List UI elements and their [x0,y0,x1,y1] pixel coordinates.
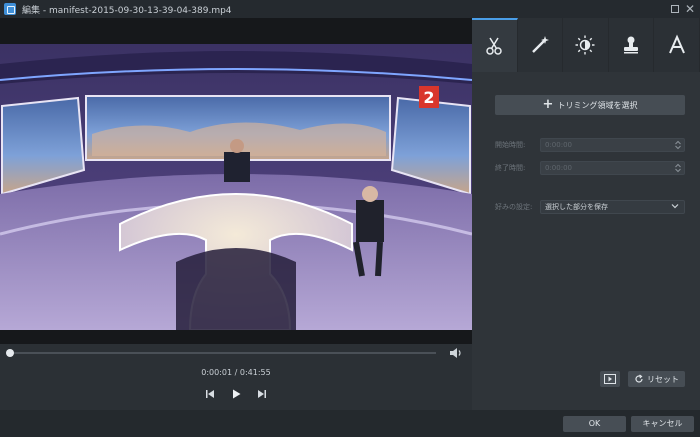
select-trim-region-button[interactable]: + トリミング領域を選択 [495,95,685,115]
select-trim-region-label: トリミング領域を選択 [557,100,638,110]
reset-controls: リセット [600,371,685,387]
video-preview-pane: 2 [0,18,472,344]
next-frame-icon[interactable] [256,388,268,400]
tab-watermark[interactable] [609,18,655,72]
video-still: 2 [0,44,472,330]
dialog-footer: OK キャンセル [0,410,700,437]
end-time-field[interactable]: 0:00:00 [540,161,685,175]
video-frame[interactable]: 2 [0,44,472,330]
timeline[interactable] [0,344,472,362]
edit-tabs [472,18,700,72]
plus-icon: + [542,97,554,112]
preview-icon [604,374,616,384]
stamp-icon [624,36,639,54]
edit-side-panel: + トリミング領域を選択 開始時間: 0:00:00 終了時間: 0:00:00 [472,18,700,410]
play-icon[interactable] [230,388,242,400]
preference-select[interactable]: 選択した部分を保存 [540,200,685,214]
title-bar: 編集 - manifest-2015-09-30-13-39-04-389.mp… [0,0,700,18]
start-time-row: 開始時間: 0:00:00 [495,138,685,152]
end-time-value: 0:00:00 [545,164,572,172]
playhead-handle[interactable] [6,349,14,357]
previous-frame-icon[interactable] [204,388,216,400]
window-title: 編集 - manifest-2015-09-30-13-39-04-389.mp… [22,5,232,16]
preview-selection-button[interactable] [600,371,620,387]
volume-icon[interactable] [449,347,463,359]
tab-effects[interactable] [518,18,564,72]
close-icon[interactable]: ✕ [683,2,697,16]
scissors-icon [486,37,503,55]
timeline-track[interactable] [10,352,436,354]
start-time-value: 0:00:00 [545,141,572,149]
preference-row: 好みの設定: 選択した部分を保存 [495,200,685,214]
end-time-row: 終了時間: 0:00:00 [495,161,685,175]
spinner-icon[interactable] [674,163,682,173]
brightness-icon [575,35,595,55]
start-time-label: 開始時間: [495,141,526,149]
channel-logo: 2 [423,88,434,107]
reset-icon [635,374,643,383]
tab-text[interactable] [654,18,700,72]
timecode: 0:00:01 / 0:41:55 [201,368,271,377]
app-icon [4,3,16,15]
preference-value: 選択した部分を保存 [545,203,608,211]
preference-label: 好みの設定: [495,203,533,211]
chevron-down-icon [671,204,679,209]
reset-label: リセット [647,374,679,384]
cancel-button[interactable]: キャンセル [631,416,694,432]
end-time-label: 終了時間: [495,164,526,172]
text-icon [668,34,685,54]
reset-button[interactable]: リセット [628,371,685,387]
playback-controls [0,388,472,404]
spinner-icon[interactable] [674,140,682,150]
tab-adjust[interactable] [563,18,609,72]
ok-button[interactable]: OK [563,416,626,432]
maximize-icon[interactable] [668,2,682,16]
magic-wand-icon [532,36,549,53]
tab-trim[interactable] [472,18,518,72]
start-time-field[interactable]: 0:00:00 [540,138,685,152]
editor-window: 編集 - manifest-2015-09-30-13-39-04-389.mp… [0,0,700,437]
